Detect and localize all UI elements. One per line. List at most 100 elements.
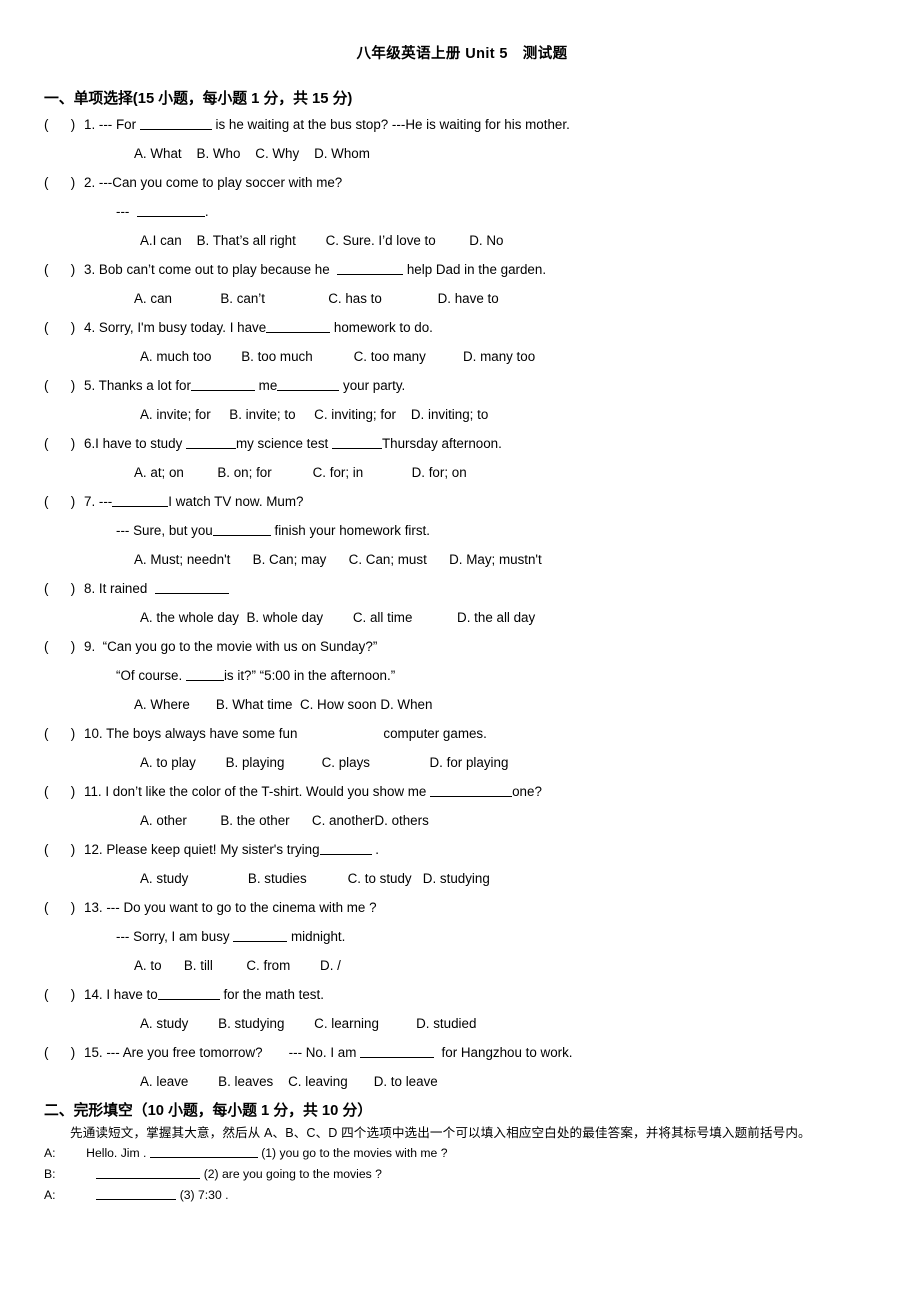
dialog-text: (2) are you going to the movies ? [200,1167,382,1181]
answer-blank[interactable] [331,436,382,449]
question-options[interactable]: A. study B. studying C. learning D. stud… [44,1009,880,1038]
answer-blank[interactable] [112,494,169,507]
answer-blank[interactable] [430,784,513,797]
question-stem: ( ) 4. Sorry, I'm busy today. I have home… [44,313,880,342]
stem-text: for Hangzhou to work. [434,1045,573,1060]
stem-text: finish your homework first. [270,523,430,538]
question-stem: ( ) 12. Please keep quiet! My sister's tr… [44,835,880,864]
question-item: ( ) 5. Thanks a lot for me your party. A. … [44,371,880,429]
answer-blank[interactable] [190,378,255,391]
question-number: 6. [84,436,96,451]
stem-text: me [254,378,278,393]
stem-text: I have to study [95,436,186,451]
dialog-list: A: Hello. Jim . (1) you go to the movies… [44,1143,880,1206]
question-number: 4. [84,320,96,335]
question-item: ( ) 8. It rained A. the whole day B. whol… [44,574,880,632]
dialog-blank[interactable] [149,1146,258,1158]
answer-bracket[interactable]: ( ) [44,777,84,806]
section-cloze: 二、完形填空（10 小题，每小题 1 分，共 10 分） 先通读短文，掌握其大意… [44,1100,880,1206]
question-list: ( ) 1. --- For is he waiting at the bus s… [44,110,880,1096]
answer-blank[interactable] [154,581,229,594]
answer-bracket[interactable]: ( ) [44,487,84,516]
dialog-blank[interactable] [96,1188,177,1200]
dialog-text [76,1167,96,1181]
answer-blank[interactable] [139,117,212,130]
answer-bracket[interactable]: ( ) [44,980,84,1009]
section-multiple-choice: 一、单项选择(15 小题，每小题 1 分，共 15 分) ( ) 1. --- F… [44,88,880,1096]
question-number: 5. [84,378,96,393]
answer-blank[interactable] [266,320,331,333]
dialog-text [76,1188,96,1202]
answer-bracket[interactable]: ( ) [44,632,84,661]
section1-heading: 一、单项选择(15 小题，每小题 1 分，共 15 分) [44,91,353,107]
question-number: 13. [84,900,103,915]
question-number: 1. [84,117,96,132]
answer-bracket[interactable]: ( ) [44,893,84,922]
stem-text: --- [116,204,137,219]
answer-bracket[interactable]: ( ) [44,429,84,458]
question-options[interactable]: A. much too B. too much C. too many D. m… [44,342,880,371]
stem-text: I watch TV now. Mum? [168,494,304,509]
answer-bracket[interactable]: ( ) [44,1038,84,1067]
dialog-speaker: B: [44,1167,56,1181]
answer-bracket[interactable]: ( ) [44,110,84,139]
answer-bracket[interactable]: ( ) [44,835,84,864]
question-options[interactable]: A. to B. till C. from D. / [44,951,880,980]
question-item: ( ) 3. Bob can’t come out to play because… [44,255,880,313]
question-item: ( ) 10. The boys always have some fun comp… [44,719,880,777]
stem-text: . [371,842,379,857]
question-stem: ( ) 5. Thanks a lot for me your party. [44,371,880,400]
answer-blank[interactable] [337,262,404,275]
answer-bracket[interactable]: ( ) [44,574,84,603]
question-options[interactable]: A. Where B. What time C. How soon D. Whe… [44,690,880,719]
question-stem: ( ) 10. The boys always have some fun comp… [44,719,880,748]
question-options[interactable]: A. to play B. playing C. plays D. for pl… [44,748,880,777]
stem-text: --- Do you want to go to the cinema with… [102,900,377,915]
stem-text: homework to do. [330,320,433,335]
question-stem: ( ) 3. Bob can’t come out to play because… [44,255,880,284]
question-number: 9. [84,639,96,654]
question-options[interactable]: A. study B. studies C. to study D. study… [44,864,880,893]
question-options[interactable]: A. can B. can’t C. has to D. have to [44,284,880,313]
question-options[interactable]: A. leave B. leaves C. leaving D. to leav… [44,1067,880,1096]
answer-blank[interactable] [233,929,288,942]
answer-bracket[interactable]: ( ) [44,719,84,748]
answer-blank[interactable] [185,668,224,681]
question-options[interactable]: A. at; on B. on; for C. for; in D. for; … [44,458,880,487]
question-item: ( ) 14. I have to for the math test. A. st… [44,980,880,1038]
dialog-speaker: A: [44,1188,56,1202]
page-title: 八年级英语上册 Unit 5 测试题 [356,46,568,62]
stem-text: It rained [95,581,155,596]
question-options[interactable]: A. Must; needn't B. Can; may C. Can; mus… [44,545,880,574]
stem-text: I don’t like the color of the T-shirt. W… [101,784,431,799]
answer-blank[interactable] [319,842,372,855]
stem-text: . [204,204,209,219]
stem-text: “Of course. [116,668,186,683]
question-options[interactable]: A. invite; for B. invite; to C. inviting… [44,400,880,429]
question-number: 12. [84,842,103,857]
question-options[interactable]: A.I can B. That’s all right C. Sure. I’d… [44,226,880,255]
answer-blank[interactable] [185,436,236,449]
question-stem: ( ) 11. I don’t like the color of the T-s… [44,777,880,806]
answer-blank[interactable] [277,378,340,391]
question-options[interactable]: A. What B. Who C. Why D. Whom [44,139,880,168]
answer-blank[interactable] [157,987,220,1000]
stem-text: help Dad in the garden. [403,262,547,277]
dialog-blank[interactable] [96,1167,201,1179]
dialog-line: A: Hello. Jim . (1) you go to the movies… [44,1143,880,1164]
answer-bracket[interactable]: ( ) [44,255,84,284]
question-stem: ( ) 2. ---Can you come to play soccer wit… [44,168,880,197]
question-options[interactable]: A. the whole day B. whole day C. all tim… [44,603,880,632]
answer-bracket[interactable]: ( ) [44,371,84,400]
answer-blank[interactable] [212,523,271,536]
stem-text: for the math test. [219,987,324,1002]
question-item: ( ) 2. ---Can you come to play soccer wit… [44,168,880,255]
question-number: 8. [84,581,96,596]
question-options[interactable]: A. other B. the other C. anotherD. other… [44,806,880,835]
answer-blank[interactable] [136,204,205,217]
answer-bracket[interactable]: ( ) [44,313,84,342]
answer-bracket[interactable]: ( ) [44,168,84,197]
question-number: 15. [84,1045,103,1060]
question-number: 11. [84,784,102,799]
answer-blank[interactable] [360,1045,435,1058]
